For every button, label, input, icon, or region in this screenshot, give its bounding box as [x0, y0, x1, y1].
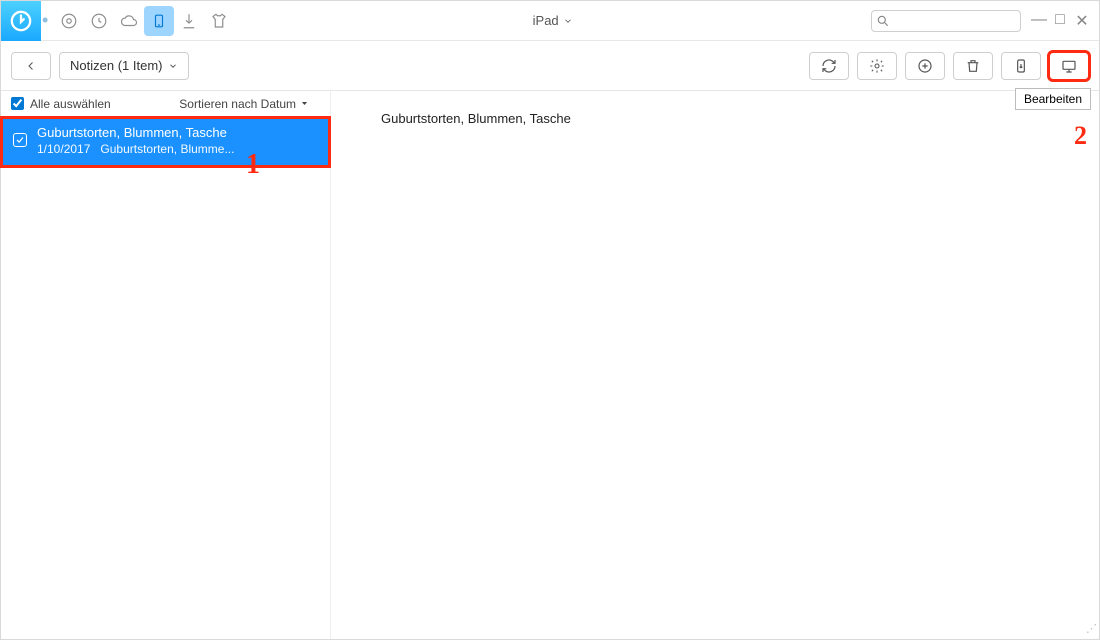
download-icon[interactable]	[174, 6, 204, 36]
music-icon[interactable]	[54, 6, 84, 36]
device-icon[interactable]	[144, 6, 174, 36]
callout-1: 1	[246, 149, 260, 181]
cloud-icon[interactable]	[114, 6, 144, 36]
breadcrumb-label: Notizen (1 Item)	[70, 58, 162, 73]
note-date: 1/10/2017	[37, 142, 90, 156]
note-title: Guburtstorten, Blummen, Tasche	[37, 125, 318, 140]
app-logo-icon	[1, 1, 41, 41]
device-name: iPad	[533, 13, 559, 28]
search-icon	[876, 14, 890, 28]
note-preview: Guburtstorten, Blumme...	[100, 142, 234, 156]
refresh-button[interactable]	[809, 52, 849, 80]
maximize-button[interactable]: □	[1053, 11, 1067, 31]
chevron-down-icon	[563, 16, 573, 26]
add-button[interactable]	[905, 52, 945, 80]
device-selector[interactable]: iPad	[533, 13, 573, 28]
delete-button[interactable]	[953, 52, 993, 80]
window-controls: — □ ✕	[1031, 11, 1089, 31]
search-input[interactable]	[871, 10, 1021, 32]
top-toolbar: • iPad — □ ✕	[1, 1, 1099, 41]
minimize-button[interactable]: —	[1031, 11, 1045, 31]
note-body: Guburtstorten, Blummen, Tasche	[381, 111, 1049, 126]
action-buttons: Bearbeiten	[809, 52, 1089, 80]
note-content: Guburtstorten, Blummen, Tasche ⋰	[331, 91, 1099, 639]
sub-toolbar: Notizen (1 Item) Bearbeiten 2	[1, 41, 1099, 91]
refresh-tab-icon[interactable]	[84, 6, 114, 36]
chevron-left-icon	[25, 60, 37, 72]
note-meta: 1/10/2017 Guburtstorten, Blumme...	[37, 142, 318, 156]
note-item[interactable]: Guburtstorten, Blummen, Tasche 1/10/2017…	[1, 117, 330, 167]
to-computer-button[interactable]	[1049, 52, 1089, 80]
chevron-down-icon	[168, 61, 178, 71]
shirt-icon[interactable]	[204, 6, 234, 36]
to-device-button[interactable]	[1001, 52, 1041, 80]
check-icon	[15, 135, 25, 145]
content-area: Guburtstorten, Blummen, Tasche 1/10/2017…	[1, 91, 1099, 639]
close-button[interactable]: ✕	[1075, 11, 1089, 31]
back-button[interactable]	[11, 52, 51, 80]
note-checkbox[interactable]	[13, 133, 27, 147]
logo-caret-icon: •	[42, 10, 48, 31]
notes-list: Guburtstorten, Blummen, Tasche 1/10/2017…	[1, 91, 331, 639]
app-window: • iPad — □ ✕ Notizen (1 Item)	[0, 0, 1100, 640]
breadcrumb[interactable]: Notizen (1 Item)	[59, 52, 189, 80]
settings-button[interactable]	[857, 52, 897, 80]
resize-grip-icon[interactable]: ⋰	[1086, 622, 1095, 635]
